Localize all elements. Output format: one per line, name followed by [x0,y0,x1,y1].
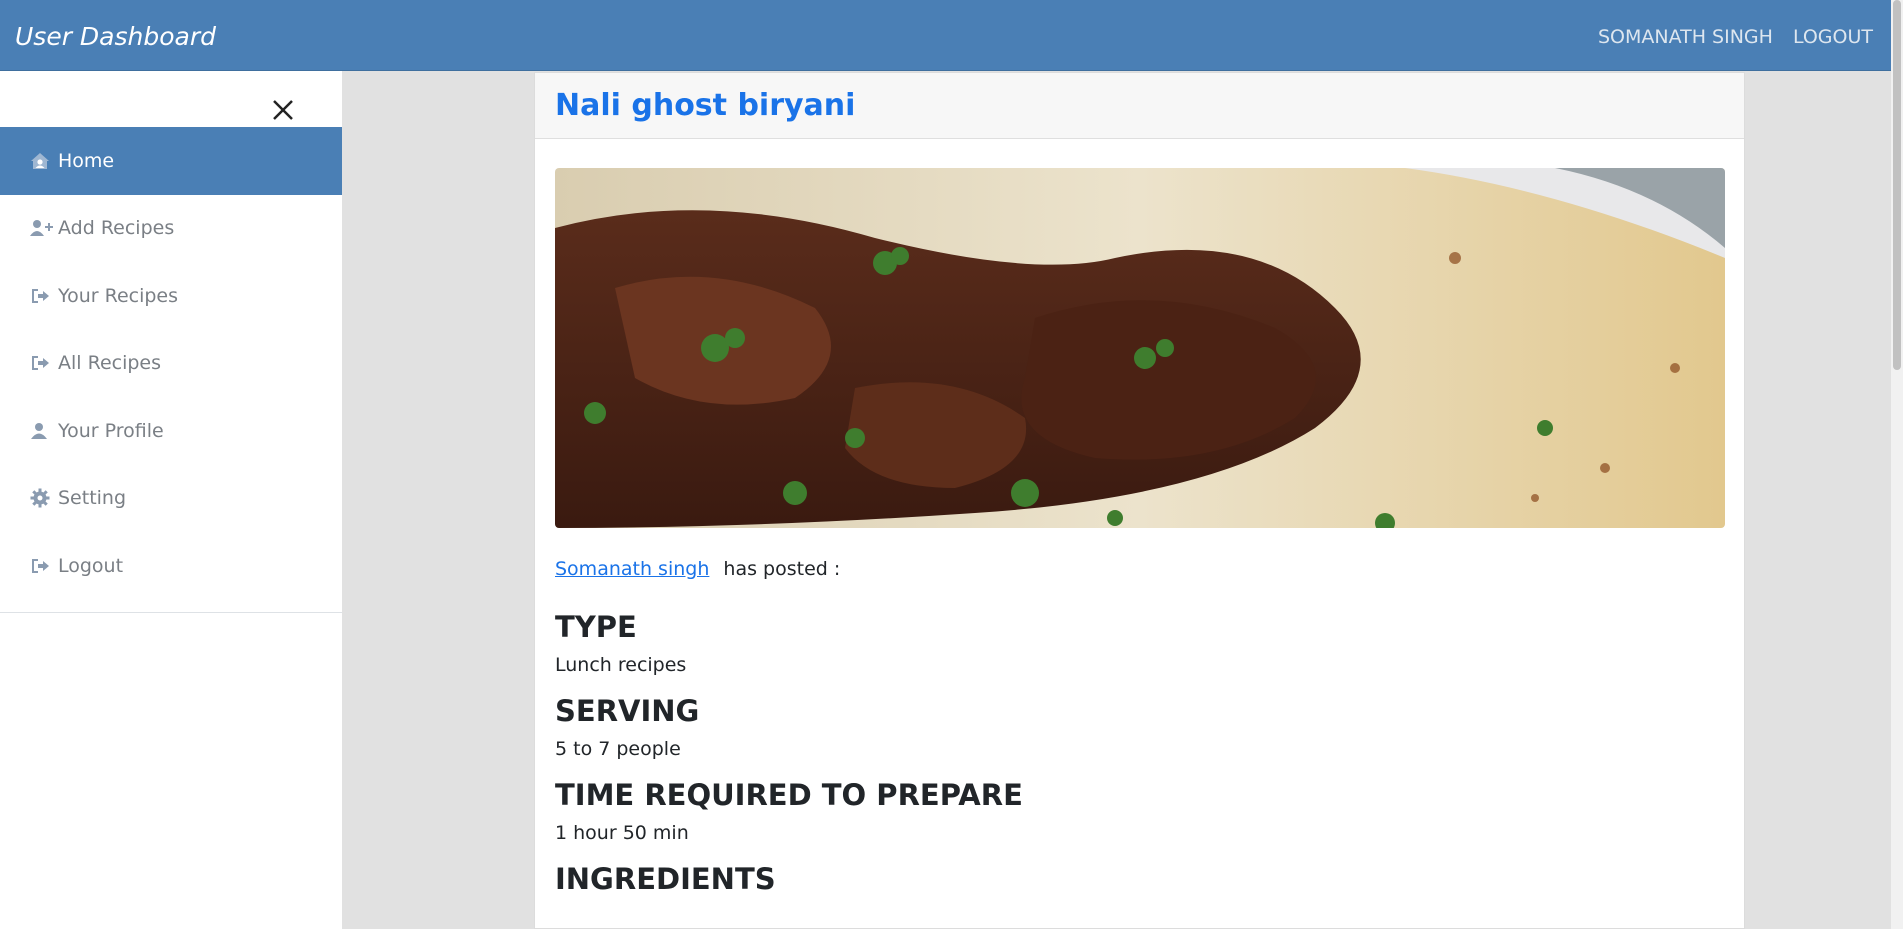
recipe-card: Nali ghost biryani Somanath singh has po… [534,72,1745,929]
sidebar-item-label: Home [58,149,115,172]
page-scrollbar[interactable] [1891,0,1903,929]
serving-value: 5 to 7 people [555,738,681,760]
sidebar-item-your-recipes[interactable]: Your Recipes [0,262,342,330]
sidebar-item-logout[interactable]: Logout [0,532,342,600]
sidebar-item-label: Your Profile [58,419,164,442]
recipe-title: Nali ghost biryani [555,88,856,123]
sign-out-icon [30,286,54,306]
author-link[interactable]: Somanath singh [555,558,709,580]
sidebar: Home Add Recipes Your Recipes All Recipe… [0,71,342,929]
navbar-right-links: SOMANATH SINGH LOGOUT [1598,26,1873,48]
sidebar-item-label: Setting [58,487,127,510]
time-heading: TIME REQUIRED TO PREPARE [555,778,1023,812]
recipe-image [555,168,1725,528]
sign-out-icon [30,556,54,576]
type-value: Lunch recipes [555,654,687,676]
sidebar-item-label: All Recipes [58,352,162,375]
gear-icon [30,488,54,508]
recipe-card-body: Somanath singh has posted : TYPE Lunch r… [535,139,1744,896]
ingredients-heading: INGREDIENTS [555,862,776,896]
top-navbar: User Dashboard SOMANATH SINGH LOGOUT [0,0,1903,71]
recipe-card-header: Nali ghost biryani [535,73,1744,139]
user-plus-icon [30,218,54,238]
home-icon [30,151,54,171]
close-icon[interactable] [268,95,298,125]
brand-title[interactable]: User Dashboard [15,22,216,51]
scrollbar-thumb[interactable] [1893,0,1901,370]
posted-by-line: Somanath singh has posted : [555,558,1724,580]
time-value: 1 hour 50 min [555,822,689,844]
posted-text: has posted : [723,558,841,580]
sidebar-item-label: Your Recipes [58,284,179,307]
user-name-link[interactable]: SOMANATH SINGH [1598,26,1773,48]
sidebar-item-add-recipes[interactable]: Add Recipes [0,195,342,263]
logout-link[interactable]: LOGOUT [1793,26,1873,48]
sidebar-item-label: Logout [58,554,124,577]
sidebar-item-home[interactable]: Home [0,127,342,195]
serving-heading: SERVING [555,694,700,728]
sidebar-menu: Home Add Recipes Your Recipes All Recipe… [0,127,342,600]
sidebar-item-setting[interactable]: Setting [0,465,342,533]
sidebar-menu-container: Home Add Recipes Your Recipes All Recipe… [0,71,342,613]
sign-out-icon [30,353,54,373]
user-icon [30,421,54,441]
type-heading: TYPE [555,610,637,644]
sidebar-item-your-profile[interactable]: Your Profile [0,397,342,465]
sidebar-item-label: Add Recipes [58,217,175,240]
sidebar-item-all-recipes[interactable]: All Recipes [0,330,342,398]
